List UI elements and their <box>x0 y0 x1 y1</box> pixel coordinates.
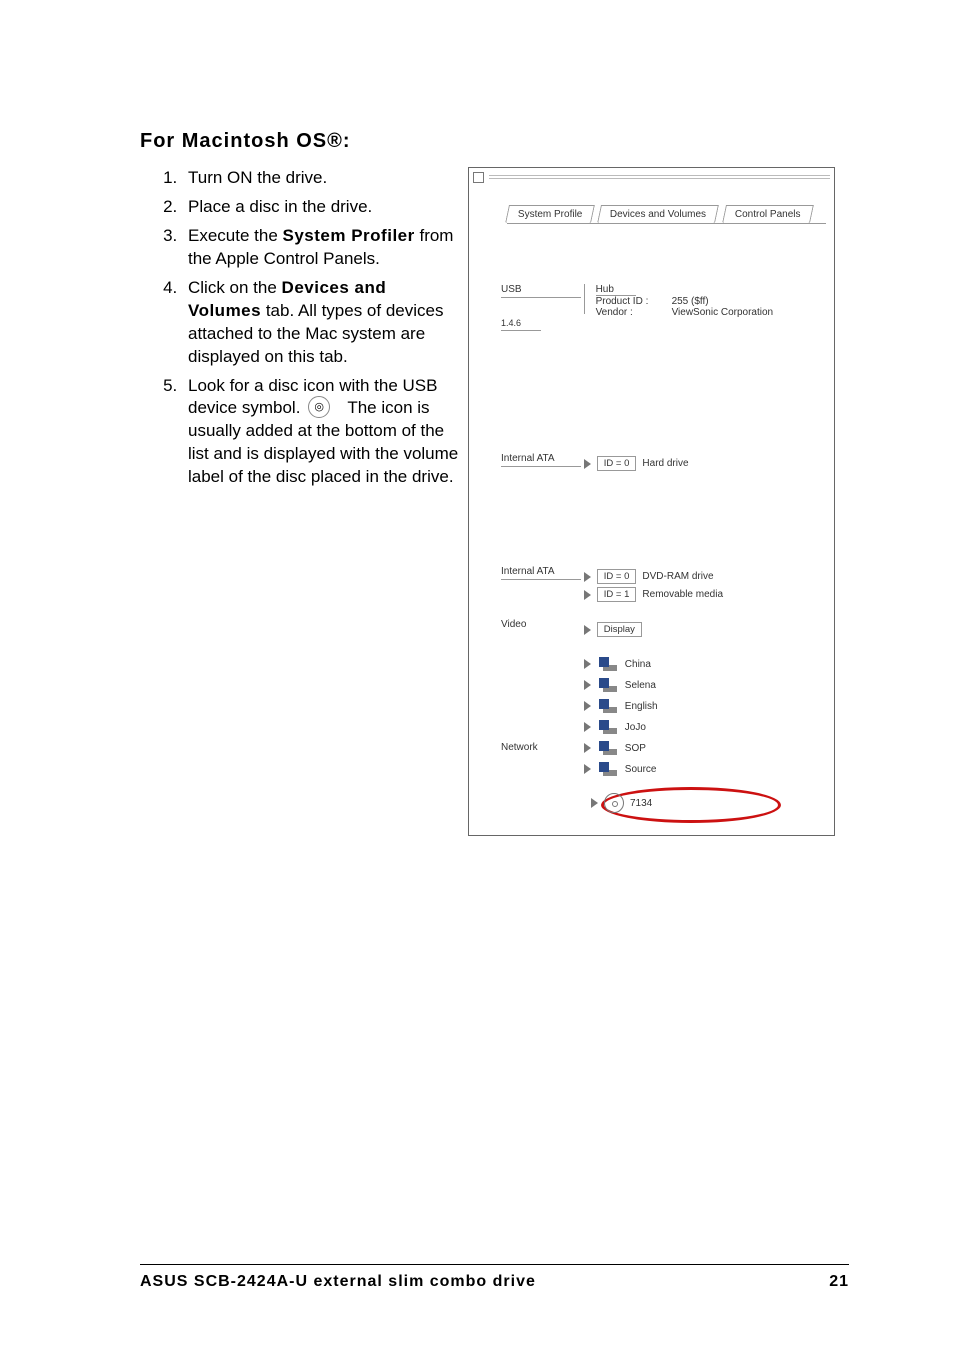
product-id-label: Product ID : <box>596 296 672 307</box>
page-number: 21 <box>829 1273 849 1291</box>
page-footer: ASUS SCB-2424A-U external slim combo dri… <box>140 1264 849 1291</box>
network-share-icon <box>597 718 619 736</box>
network-share-icon <box>597 760 619 778</box>
video-label: Video <box>501 619 581 632</box>
ata2-id1: ID = 1 <box>597 587 637 602</box>
disclosure-triangle-icon[interactable] <box>584 659 591 669</box>
disclosure-triangle-icon[interactable] <box>584 743 591 753</box>
instructions-list: Turn ON the drive. Place a disc in the d… <box>140 167 460 836</box>
network-item: Source <box>625 764 657 775</box>
network-item: JoJo <box>625 722 646 733</box>
video-section: Video Display <box>501 619 816 640</box>
network-share-icon <box>597 697 619 715</box>
ata2-dev1: Removable media <box>642 589 723 600</box>
network-item: Selena <box>625 680 656 691</box>
internal-ata-2: Internal ATA ID = 0 DVD-RAM drive ID = 1… <box>501 566 816 605</box>
step-3: Execute the System Profiler from the App… <box>182 225 460 271</box>
video-display: Display <box>597 622 642 637</box>
disclosure-triangle-icon[interactable] <box>584 625 591 635</box>
disclosure-triangle-icon[interactable] <box>584 459 591 469</box>
disclosure-triangle-icon[interactable] <box>584 680 591 690</box>
tab-label: System Profile <box>518 209 582 220</box>
ata2-label: Internal ATA <box>501 566 581 580</box>
section-heading: For Macintosh OS®: <box>140 130 849 153</box>
vendor-label: Vendor : <box>596 307 672 318</box>
disclosure-triangle-icon[interactable] <box>584 590 591 600</box>
tab-bar: System Profile Devices and Volumes Contr… <box>507 202 826 224</box>
ata1-label: Internal ATA <box>501 453 581 467</box>
vendor-value: ViewSonic Corporation <box>672 307 774 318</box>
ata2-id0: ID = 0 <box>597 569 637 584</box>
highlight-ellipse <box>601 787 781 823</box>
step-5: Look for a disc icon with the USB device… <box>182 375 460 490</box>
usb-hub-label: Hub <box>596 284 636 296</box>
tab-label: Devices and Volumes <box>610 209 706 220</box>
disclosure-triangle-icon[interactable] <box>584 701 591 711</box>
footer-title: ASUS SCB-2424A-U external slim combo dri… <box>140 1273 536 1291</box>
window-close-box[interactable] <box>473 172 484 183</box>
network-item: English <box>625 701 658 712</box>
step-3-prefix: Execute the <box>188 226 283 245</box>
tab-system-profile[interactable]: System Profile <box>505 205 595 223</box>
usb-label: USB <box>501 284 581 298</box>
network-share-icon <box>597 676 619 694</box>
usb-disc-icon <box>604 793 624 813</box>
step-2: Place a disc in the drive. <box>182 196 460 219</box>
network-share-icon <box>597 655 619 673</box>
disclosure-triangle-icon[interactable] <box>591 798 598 808</box>
ata2-dev0: DVD-RAM drive <box>642 571 713 582</box>
step-4-prefix: Click on the <box>188 278 282 297</box>
usb-version: 1.4.6 <box>501 318 541 331</box>
usb-section: USB Hub Product ID :255 ($ff) Vendor :Vi… <box>501 284 816 331</box>
disclosure-triangle-icon[interactable] <box>584 722 591 732</box>
step-4: Click on the Devices and Volumes tab. Al… <box>182 277 460 369</box>
ata1-device: Hard drive <box>642 458 688 469</box>
usb-disc-icon: ◎ <box>308 396 330 418</box>
tab-devices-and-volumes[interactable]: Devices and Volumes <box>598 205 720 223</box>
step-1: Turn ON the drive. <box>182 167 460 190</box>
network-section: Network China Selena English JoJo SOP So… <box>501 652 816 781</box>
window-titlebar-stripes <box>489 175 830 181</box>
disclosure-triangle-icon[interactable] <box>584 572 591 582</box>
step-3-bold: System Profiler <box>283 226 415 245</box>
network-item: China <box>625 659 651 670</box>
network-label: Network <box>501 742 581 755</box>
tab-control-panels[interactable]: Control Panels <box>722 205 813 223</box>
tab-label: Control Panels <box>735 209 801 220</box>
network-share-icon <box>597 739 619 757</box>
ata1-id: ID = 0 <box>597 456 637 471</box>
internal-ata-1: Internal ATA ID = 0 Hard drive <box>501 453 816 474</box>
system-profiler-screenshot: System Profile Devices and Volumes Contr… <box>468 167 835 836</box>
product-id-value: 255 ($ff) <box>672 296 709 307</box>
network-item: SOP <box>625 743 646 754</box>
disc-volume-row: 7134 <box>501 793 816 813</box>
disclosure-triangle-icon[interactable] <box>584 764 591 774</box>
